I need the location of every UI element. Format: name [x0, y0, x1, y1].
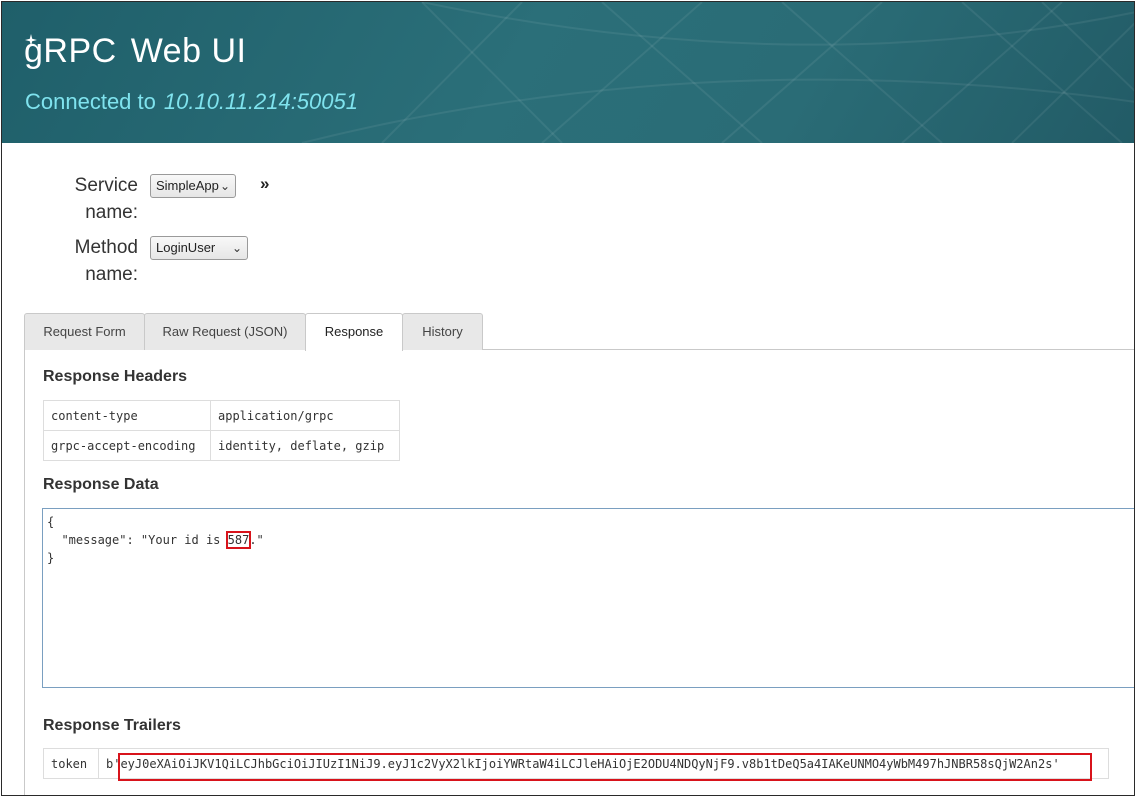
json-message-prefix: "message": "Your id is [47, 533, 228, 547]
app-title: Web UI [130, 32, 247, 70]
method-name-label: Method name: [74, 237, 138, 285]
method-select-value: LoginUser [156, 240, 216, 255]
service-name-label: Service name: [74, 175, 138, 223]
tab-raw-request[interactable]: Raw Request (JSON) [144, 313, 306, 350]
user-id-highlight: 587 [225, 531, 252, 549]
header-key: content-type [43, 400, 211, 431]
app-header: gRPC Web UI Connected to 10.10.11.214:5005… [2, 2, 1134, 143]
panel-border [24, 350, 25, 795]
logo-text: gRPC [24, 32, 117, 70]
response-data-title: Response Data [43, 476, 159, 493]
browser-viewport: gRPC Web UI Connected to 10.10.11.214:5005… [1, 1, 1135, 796]
service-select-value: SimpleApp [156, 178, 219, 193]
header-background-pattern [301, 2, 1134, 143]
grpc-logo: gRPC Web UI [24, 32, 246, 71]
table-row: grpc-accept-encoding identity, deflate, … [43, 430, 400, 461]
sparkle-icon [25, 34, 37, 46]
json-line: { [47, 515, 55, 529]
json-message-suffix: ." [249, 533, 264, 547]
server-address: 10.10.11.214:50051 [163, 89, 358, 114]
tab-history[interactable]: History [402, 313, 483, 350]
chevron-down-icon: ⌄ [219, 179, 230, 193]
header-value: identity, deflate, gzip [210, 430, 400, 461]
trailer-key: token [43, 748, 99, 779]
tab-response[interactable]: Response [305, 313, 403, 351]
response-headers-table: content-type application/grpc grpc-accep… [43, 400, 400, 461]
chevron-down-icon: ⌄ [231, 241, 242, 255]
json-line: } [47, 551, 55, 565]
header-value: application/grpc [210, 400, 400, 431]
response-headers-title: Response Headers [43, 368, 188, 385]
connected-label: Connected to [25, 89, 156, 114]
service-select[interactable]: SimpleApp ⌄ [150, 174, 236, 198]
table-row: content-type application/grpc [43, 400, 400, 431]
token-highlight-box [118, 753, 1092, 781]
json-line: "message": "Your id is 587." [47, 531, 264, 549]
expand-toggle[interactable]: » [260, 174, 269, 194]
response-trailers-title: Response Trailers [43, 717, 181, 734]
response-data-editor[interactable]: { "message": "Your id is 587." } [42, 508, 1134, 688]
tab-request-form[interactable]: Request Form [24, 313, 145, 350]
header-key: grpc-accept-encoding [43, 430, 211, 461]
connection-status: Connected to 10.10.11.214:50051 [25, 89, 358, 115]
method-select[interactable]: LoginUser ⌄ [150, 236, 248, 260]
